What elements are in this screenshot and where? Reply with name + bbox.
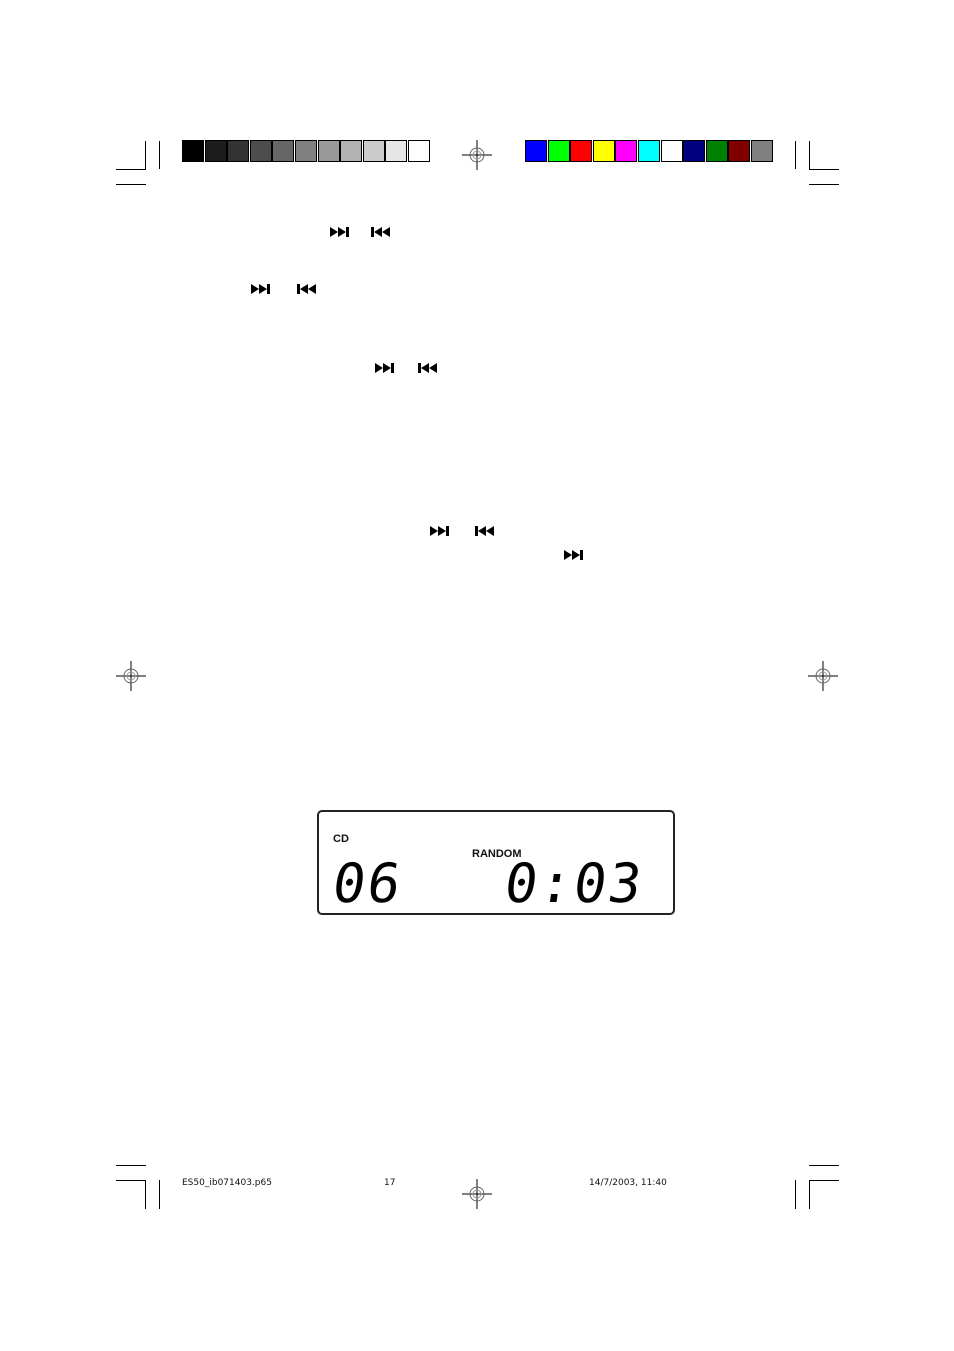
skip-next-icon [251, 284, 270, 294]
footer-datetime: 14/7/2003, 11:40 [589, 1178, 667, 1188]
color-swatch [592, 140, 615, 162]
color-swatch [525, 140, 547, 162]
skip-previous-icon [475, 526, 494, 536]
crop-mark [159, 1180, 160, 1209]
color-swatch [751, 140, 773, 162]
crop-mark [159, 141, 160, 169]
crop-mark [809, 141, 810, 169]
color-swatch [638, 140, 660, 162]
color-swatch [547, 140, 570, 162]
color-swatch [272, 140, 295, 162]
crop-mark [116, 1180, 146, 1181]
document-page: CD RANDOM 06 0:03 ES50_ib071403.p65 17 1… [0, 0, 954, 1351]
color-swatch [385, 140, 408, 162]
color-swatch [317, 140, 340, 162]
color-swatch [227, 140, 250, 162]
crop-mark [809, 169, 839, 170]
crop-mark [116, 184, 146, 185]
skip-next-icon [430, 526, 449, 536]
crop-mark [809, 1180, 810, 1209]
color-swatch [683, 140, 706, 162]
crop-mark [809, 1180, 839, 1181]
crop-mark [809, 184, 839, 185]
skip-previous-icon [297, 284, 316, 294]
color-swatch [705, 140, 728, 162]
track-number: 06 [328, 852, 407, 915]
crop-mark [795, 1180, 796, 1209]
color-swatch [570, 140, 593, 162]
skip-previous-icon [418, 363, 437, 373]
color-swatch [615, 140, 638, 162]
skip-next-icon [564, 550, 583, 560]
color-swatch [660, 140, 683, 162]
crop-mark [809, 1165, 839, 1166]
registration-mark-icon [462, 1179, 492, 1209]
skip-next-icon [330, 227, 349, 237]
crop-mark [795, 141, 796, 169]
crop-mark [116, 1165, 146, 1166]
registration-mark-icon [808, 661, 838, 691]
registration-mark-icon [116, 661, 146, 691]
color-swatch [249, 140, 272, 162]
skip-next-icon [375, 363, 394, 373]
footer-page-number: 17 [384, 1178, 396, 1188]
color-swatch [295, 140, 317, 162]
registration-mark-icon [462, 140, 492, 170]
footer-filename: ES50_ib071403.p65 [182, 1178, 272, 1188]
elapsed-time: 0:03 [500, 852, 648, 915]
source-label: CD [333, 833, 349, 845]
skip-previous-icon [371, 227, 390, 237]
color-swatch [362, 140, 385, 162]
crop-mark [116, 169, 146, 170]
crop-mark [145, 141, 146, 169]
crop-mark [145, 1180, 146, 1209]
color-swatch [204, 140, 227, 162]
lcd-display: CD RANDOM 06 0:03 [317, 810, 675, 915]
color-swatch [728, 140, 751, 162]
color-swatch [408, 140, 430, 162]
color-swatch [340, 140, 363, 162]
color-swatch [182, 140, 204, 162]
